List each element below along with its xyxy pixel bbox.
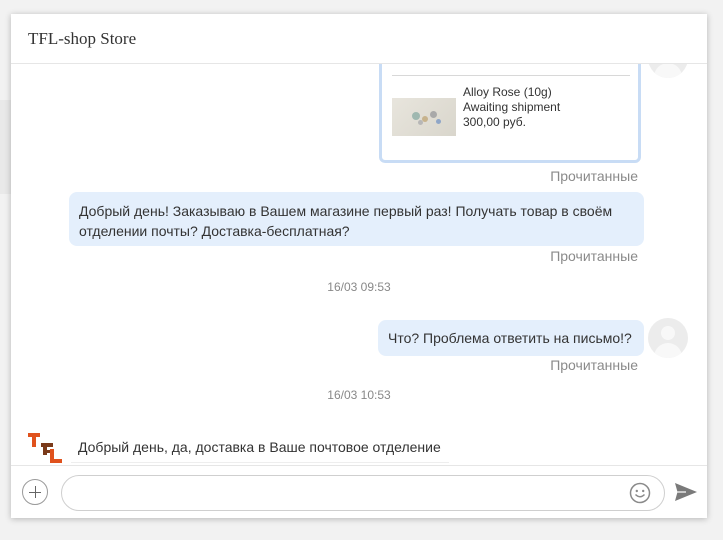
order-price: 300,00 руб. [463,115,526,129]
order-card[interactable]: Alloy Rose (10g) Awaiting shipment 300,0… [379,64,641,163]
product-name: Alloy Rose (10g) [463,85,552,99]
order-status: Awaiting shipment [463,100,561,114]
message-text: Добрый день! Заказываю в Вашем магазине … [79,203,613,239]
timestamp: 16/03 10:53 [327,388,391,402]
plus-circle-icon[interactable] [22,479,48,505]
timestamp: 16/03 09:53 [327,280,391,294]
read-status: Прочитанные [550,357,638,373]
read-status: Прочитанные [550,168,638,184]
message-divider [71,462,449,463]
read-status: Прочитанные [550,248,638,264]
message-list[interactable]: Alloy Rose (10g) Awaiting shipment 300,0… [11,64,707,465]
chat-window: TFL-shop Store Alloy Rose (10g) Awaiting… [11,14,707,518]
composer-bar [11,465,707,518]
message-text-incoming[interactable]: Добрый день, да, доставка в Ваше почтово… [78,439,441,455]
chat-header: TFL-shop Store [11,14,707,64]
message-bubble-outgoing[interactable]: Добрый день! Заказываю в Вашем магазине … [69,192,644,246]
message-bubble-outgoing[interactable]: Что? Проблема ответить на письмо!? [378,320,644,356]
store-title: TFL-shop Store [28,29,137,48]
order-info: Alloy Rose (10g) Awaiting shipment 300,0… [463,85,560,130]
message-text: Что? Проблема ответить на письмо!? [388,330,632,346]
user-avatar-icon [648,318,688,358]
order-card-divider [392,75,630,76]
user-avatar-icon [648,64,688,78]
paper-plane-icon[interactable] [674,481,698,503]
smiley-icon[interactable] [629,482,651,504]
product-thumbnail[interactable] [392,98,456,136]
message-input[interactable] [61,475,665,511]
tfl-logo-icon [28,433,62,463]
